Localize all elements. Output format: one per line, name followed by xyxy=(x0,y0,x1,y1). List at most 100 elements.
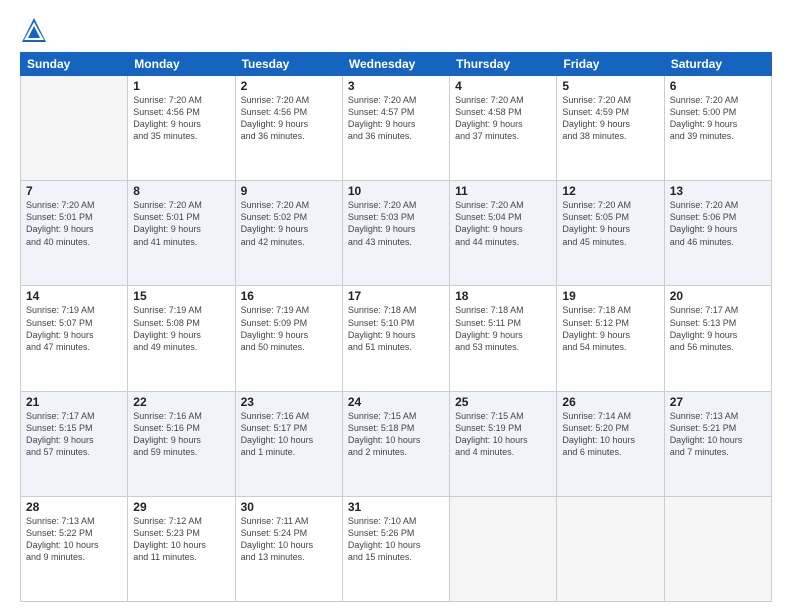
calendar-cell: 28Sunrise: 7:13 AM Sunset: 5:22 PM Dayli… xyxy=(21,496,128,601)
day-number: 23 xyxy=(241,395,337,409)
calendar-cell: 29Sunrise: 7:12 AM Sunset: 5:23 PM Dayli… xyxy=(128,496,235,601)
day-number: 16 xyxy=(241,289,337,303)
calendar-cell: 19Sunrise: 7:18 AM Sunset: 5:12 PM Dayli… xyxy=(557,286,664,391)
calendar-cell: 31Sunrise: 7:10 AM Sunset: 5:26 PM Dayli… xyxy=(342,496,449,601)
calendar-cell: 23Sunrise: 7:16 AM Sunset: 5:17 PM Dayli… xyxy=(235,391,342,496)
day-info: Sunrise: 7:19 AM Sunset: 5:09 PM Dayligh… xyxy=(241,304,337,353)
day-number: 15 xyxy=(133,289,229,303)
day-number: 8 xyxy=(133,184,229,198)
header xyxy=(20,16,772,44)
calendar-cell: 16Sunrise: 7:19 AM Sunset: 5:09 PM Dayli… xyxy=(235,286,342,391)
calendar-cell xyxy=(557,496,664,601)
day-number: 26 xyxy=(562,395,658,409)
calendar-cell: 30Sunrise: 7:11 AM Sunset: 5:24 PM Dayli… xyxy=(235,496,342,601)
calendar-cell: 27Sunrise: 7:13 AM Sunset: 5:21 PM Dayli… xyxy=(664,391,771,496)
calendar-cell: 21Sunrise: 7:17 AM Sunset: 5:15 PM Dayli… xyxy=(21,391,128,496)
week-row-1: 1Sunrise: 7:20 AM Sunset: 4:56 PM Daylig… xyxy=(21,76,772,181)
calendar-cell xyxy=(450,496,557,601)
calendar-cell: 20Sunrise: 7:17 AM Sunset: 5:13 PM Dayli… xyxy=(664,286,771,391)
calendar-cell: 7Sunrise: 7:20 AM Sunset: 5:01 PM Daylig… xyxy=(21,181,128,286)
day-number: 14 xyxy=(26,289,122,303)
week-row-5: 28Sunrise: 7:13 AM Sunset: 5:22 PM Dayli… xyxy=(21,496,772,601)
day-number: 27 xyxy=(670,395,766,409)
day-info: Sunrise: 7:10 AM Sunset: 5:26 PM Dayligh… xyxy=(348,515,444,564)
day-info: Sunrise: 7:20 AM Sunset: 5:00 PM Dayligh… xyxy=(670,94,766,143)
day-number: 2 xyxy=(241,79,337,93)
calendar-cell: 14Sunrise: 7:19 AM Sunset: 5:07 PM Dayli… xyxy=(21,286,128,391)
day-info: Sunrise: 7:20 AM Sunset: 5:06 PM Dayligh… xyxy=(670,199,766,248)
calendar-cell xyxy=(21,76,128,181)
day-number: 10 xyxy=(348,184,444,198)
day-number: 30 xyxy=(241,500,337,514)
day-number: 20 xyxy=(670,289,766,303)
day-number: 13 xyxy=(670,184,766,198)
day-number: 9 xyxy=(241,184,337,198)
calendar-cell: 25Sunrise: 7:15 AM Sunset: 5:19 PM Dayli… xyxy=(450,391,557,496)
day-number: 21 xyxy=(26,395,122,409)
day-info: Sunrise: 7:20 AM Sunset: 4:56 PM Dayligh… xyxy=(241,94,337,143)
calendar-cell: 24Sunrise: 7:15 AM Sunset: 5:18 PM Dayli… xyxy=(342,391,449,496)
weekday-header-thursday: Thursday xyxy=(450,53,557,76)
day-number: 3 xyxy=(348,79,444,93)
calendar-cell: 12Sunrise: 7:20 AM Sunset: 5:05 PM Dayli… xyxy=(557,181,664,286)
calendar-cell: 4Sunrise: 7:20 AM Sunset: 4:58 PM Daylig… xyxy=(450,76,557,181)
day-info: Sunrise: 7:20 AM Sunset: 5:02 PM Dayligh… xyxy=(241,199,337,248)
calendar-cell: 10Sunrise: 7:20 AM Sunset: 5:03 PM Dayli… xyxy=(342,181,449,286)
day-info: Sunrise: 7:12 AM Sunset: 5:23 PM Dayligh… xyxy=(133,515,229,564)
day-info: Sunrise: 7:20 AM Sunset: 4:56 PM Dayligh… xyxy=(133,94,229,143)
weekday-header-sunday: Sunday xyxy=(21,53,128,76)
calendar: SundayMondayTuesdayWednesdayThursdayFrid… xyxy=(20,52,772,602)
weekday-header-friday: Friday xyxy=(557,53,664,76)
calendar-cell: 8Sunrise: 7:20 AM Sunset: 5:01 PM Daylig… xyxy=(128,181,235,286)
day-info: Sunrise: 7:18 AM Sunset: 5:12 PM Dayligh… xyxy=(562,304,658,353)
calendar-cell: 26Sunrise: 7:14 AM Sunset: 5:20 PM Dayli… xyxy=(557,391,664,496)
weekday-header-saturday: Saturday xyxy=(664,53,771,76)
day-number: 19 xyxy=(562,289,658,303)
calendar-cell: 22Sunrise: 7:16 AM Sunset: 5:16 PM Dayli… xyxy=(128,391,235,496)
calendar-cell: 11Sunrise: 7:20 AM Sunset: 5:04 PM Dayli… xyxy=(450,181,557,286)
day-number: 12 xyxy=(562,184,658,198)
day-info: Sunrise: 7:20 AM Sunset: 5:05 PM Dayligh… xyxy=(562,199,658,248)
day-info: Sunrise: 7:20 AM Sunset: 4:57 PM Dayligh… xyxy=(348,94,444,143)
day-number: 29 xyxy=(133,500,229,514)
day-number: 7 xyxy=(26,184,122,198)
weekday-header-monday: Monday xyxy=(128,53,235,76)
day-number: 4 xyxy=(455,79,551,93)
day-info: Sunrise: 7:20 AM Sunset: 5:01 PM Dayligh… xyxy=(133,199,229,248)
day-info: Sunrise: 7:11 AM Sunset: 5:24 PM Dayligh… xyxy=(241,515,337,564)
calendar-cell: 13Sunrise: 7:20 AM Sunset: 5:06 PM Dayli… xyxy=(664,181,771,286)
day-info: Sunrise: 7:19 AM Sunset: 5:08 PM Dayligh… xyxy=(133,304,229,353)
calendar-cell: 5Sunrise: 7:20 AM Sunset: 4:59 PM Daylig… xyxy=(557,76,664,181)
day-info: Sunrise: 7:20 AM Sunset: 5:03 PM Dayligh… xyxy=(348,199,444,248)
day-number: 6 xyxy=(670,79,766,93)
weekday-header-tuesday: Tuesday xyxy=(235,53,342,76)
weekday-header-wednesday: Wednesday xyxy=(342,53,449,76)
day-info: Sunrise: 7:13 AM Sunset: 5:21 PM Dayligh… xyxy=(670,410,766,459)
week-row-4: 21Sunrise: 7:17 AM Sunset: 5:15 PM Dayli… xyxy=(21,391,772,496)
day-info: Sunrise: 7:16 AM Sunset: 5:17 PM Dayligh… xyxy=(241,410,337,459)
calendar-cell xyxy=(664,496,771,601)
day-number: 18 xyxy=(455,289,551,303)
day-number: 5 xyxy=(562,79,658,93)
day-info: Sunrise: 7:16 AM Sunset: 5:16 PM Dayligh… xyxy=(133,410,229,459)
day-number: 24 xyxy=(348,395,444,409)
day-number: 22 xyxy=(133,395,229,409)
day-info: Sunrise: 7:20 AM Sunset: 5:04 PM Dayligh… xyxy=(455,199,551,248)
day-info: Sunrise: 7:20 AM Sunset: 5:01 PM Dayligh… xyxy=(26,199,122,248)
logo xyxy=(20,16,52,44)
day-info: Sunrise: 7:18 AM Sunset: 5:11 PM Dayligh… xyxy=(455,304,551,353)
day-number: 11 xyxy=(455,184,551,198)
calendar-cell: 3Sunrise: 7:20 AM Sunset: 4:57 PM Daylig… xyxy=(342,76,449,181)
day-info: Sunrise: 7:13 AM Sunset: 5:22 PM Dayligh… xyxy=(26,515,122,564)
day-number: 17 xyxy=(348,289,444,303)
calendar-cell: 9Sunrise: 7:20 AM Sunset: 5:02 PM Daylig… xyxy=(235,181,342,286)
calendar-cell: 6Sunrise: 7:20 AM Sunset: 5:00 PM Daylig… xyxy=(664,76,771,181)
calendar-cell: 1Sunrise: 7:20 AM Sunset: 4:56 PM Daylig… xyxy=(128,76,235,181)
day-number: 28 xyxy=(26,500,122,514)
week-row-2: 7Sunrise: 7:20 AM Sunset: 5:01 PM Daylig… xyxy=(21,181,772,286)
day-info: Sunrise: 7:17 AM Sunset: 5:15 PM Dayligh… xyxy=(26,410,122,459)
day-number: 31 xyxy=(348,500,444,514)
day-info: Sunrise: 7:20 AM Sunset: 4:59 PM Dayligh… xyxy=(562,94,658,143)
page: SundayMondayTuesdayWednesdayThursdayFrid… xyxy=(0,0,792,612)
day-info: Sunrise: 7:14 AM Sunset: 5:20 PM Dayligh… xyxy=(562,410,658,459)
